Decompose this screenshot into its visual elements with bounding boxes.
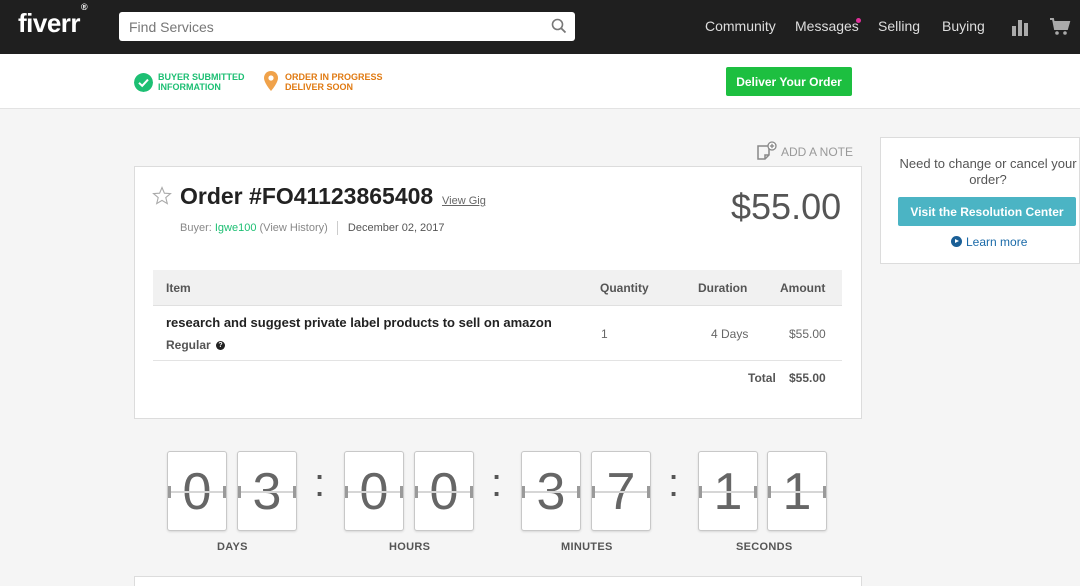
countdown-digit: 7 (591, 451, 651, 531)
total-value: $55.00 (789, 371, 826, 385)
view-history-link[interactable]: (View History) (260, 222, 328, 234)
countdown-separator: : (491, 461, 503, 505)
view-gig-link[interactable]: View Gig (442, 195, 486, 207)
nav-selling[interactable]: Selling (878, 18, 920, 34)
item-amount: $55.00 (789, 327, 826, 341)
buyer-name-link[interactable]: Igwe100 (215, 222, 257, 234)
search-input[interactable] (119, 12, 539, 41)
note-add-icon (757, 141, 777, 160)
item-name: research and suggest private label produ… (166, 315, 552, 330)
countdown-unit-days: DAYS (217, 541, 248, 553)
learn-more-link[interactable]: Learn more (951, 235, 1027, 249)
countdown-digit: 0 (344, 451, 404, 531)
step-buyer-submitted: BUYER SUBMITTED INFORMATION (158, 72, 245, 92)
add-note-label: ADD A NOTE (781, 145, 854, 159)
fiverr-logo[interactable]: fiverr® (18, 2, 88, 39)
step-order-in-progress: ORDER IN PROGRESS DELIVER SOON (285, 72, 383, 92)
col-amount: Amount (780, 281, 826, 295)
col-quantity: Quantity (600, 281, 649, 295)
nav-buying[interactable]: Buying (942, 18, 985, 34)
resolution-question: Need to change or cancel your order? (899, 156, 1077, 187)
order-date: December 02, 2017 (347, 221, 445, 234)
countdown-digit: 1 (767, 451, 827, 531)
resolution-center-button[interactable]: Visit the Resolution Center (898, 197, 1076, 226)
countdown-unit-hours: HOURS (389, 541, 431, 553)
help-icon[interactable]: ? (216, 341, 226, 351)
divider (153, 360, 842, 361)
countdown-digit: 3 (521, 451, 581, 531)
location-pin-icon (264, 71, 278, 91)
nav-community[interactable]: Community (705, 18, 776, 34)
deliver-order-button[interactable]: Deliver Your Order (726, 67, 852, 96)
item-duration: 4 Days (711, 327, 749, 341)
col-duration: Duration (698, 281, 748, 295)
star-icon[interactable] (152, 186, 172, 206)
countdown-digit: 3 (237, 451, 297, 531)
search-icon[interactable] (551, 18, 567, 34)
countdown-separator: : (668, 461, 680, 505)
item-tier: Regular ? (166, 338, 226, 352)
next-section-card (134, 576, 862, 586)
check-icon (134, 73, 153, 92)
countdown-unit-seconds: SECONDS (736, 541, 793, 553)
item-quantity: 1 (601, 327, 608, 341)
cart-icon[interactable] (1049, 17, 1071, 37)
countdown-digit: 0 (167, 451, 227, 531)
nav-messages[interactable]: Messages (795, 18, 859, 34)
divider (336, 221, 338, 235)
buyer-info: Buyer: Igwe100 (View History) December 0… (180, 221, 445, 235)
countdown-separator: : (314, 461, 326, 505)
search-box (119, 12, 575, 41)
countdown-digit: 0 (414, 451, 474, 531)
messages-notification-dot (856, 18, 861, 23)
analytics-icon[interactable] (1011, 18, 1029, 36)
countdown-digit: 1 (698, 451, 758, 531)
order-price: $55.00 (731, 186, 842, 227)
order-title: Order #FO41123865408 (180, 183, 434, 209)
play-icon (951, 236, 962, 247)
total-label: Total (748, 371, 776, 385)
col-item: Item (166, 281, 191, 295)
countdown-unit-minutes: MINUTES (561, 541, 613, 553)
